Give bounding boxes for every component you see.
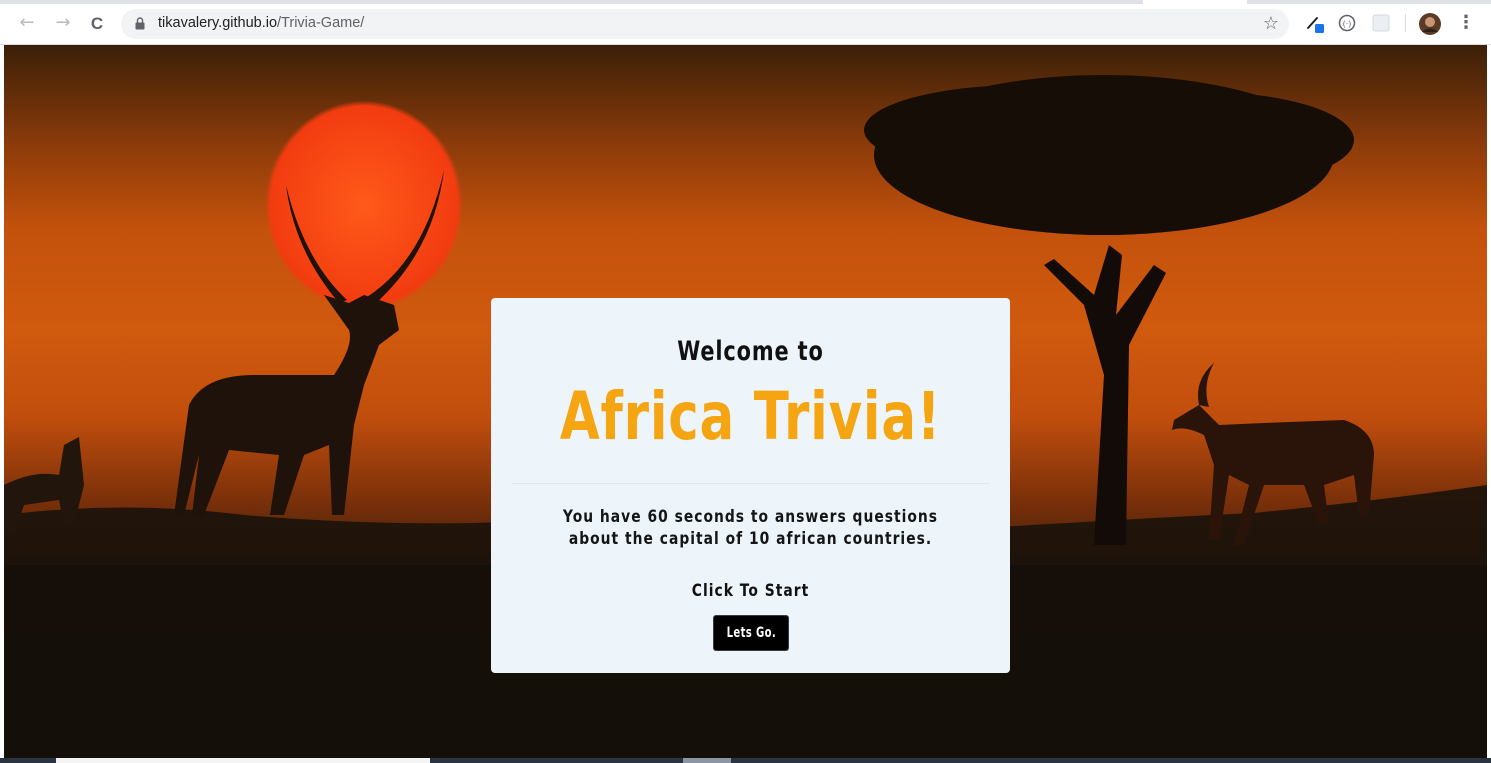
browser-menu-icon[interactable]: ⋮ [1455,12,1477,34]
address-bar[interactable]: tikavalery.github.io/Trivia-Game/ ☆ [121,9,1289,39]
svg-text:(·): (·) [1343,20,1352,29]
bookmark-star-icon[interactable]: ☆ [1263,13,1279,34]
tab-strip [0,0,1491,4]
taskbar-item [683,758,731,763]
taskbar-strip [0,758,1491,763]
card-divider [512,483,989,484]
url-text: tikavalery.github.io/Trivia-Game/ [158,15,364,31]
page-background: Welcome to Africa Trivia! You have 60 se… [4,45,1487,758]
start-game-button[interactable]: Lets Go. [713,615,789,651]
game-title: Africa Trivia! [559,378,942,455]
extension-pen-icon[interactable] [1305,13,1325,33]
start-prompt: Click To Start [691,581,810,600]
lock-icon [135,17,145,30]
instructions-text: You have 60 seconds to answers questions… [562,507,939,548]
welcome-card: Welcome to Africa Trivia! You have 60 se… [491,298,1010,673]
welcome-heading: Welcome to [677,336,824,367]
back-button[interactable]: ← [16,12,38,34]
url-path: /Trivia-Game/ [277,15,365,31]
profile-avatar-icon[interactable] [1418,12,1442,36]
url-host: tikavalery.github.io [158,15,278,31]
extension-square-icon[interactable] [1371,13,1391,33]
reload-button[interactable]: C [86,12,108,34]
forward-button[interactable]: → [52,12,74,34]
extension-circle-icon[interactable]: (·) [1337,13,1357,33]
toolbar-separator [1405,14,1406,32]
start-game-button-label: Lets Go. [726,625,776,641]
browser-toolbar: ← → C tikavalery.github.io/Trivia-Game/ … [0,0,1491,45]
taskbar-item [56,758,430,763]
